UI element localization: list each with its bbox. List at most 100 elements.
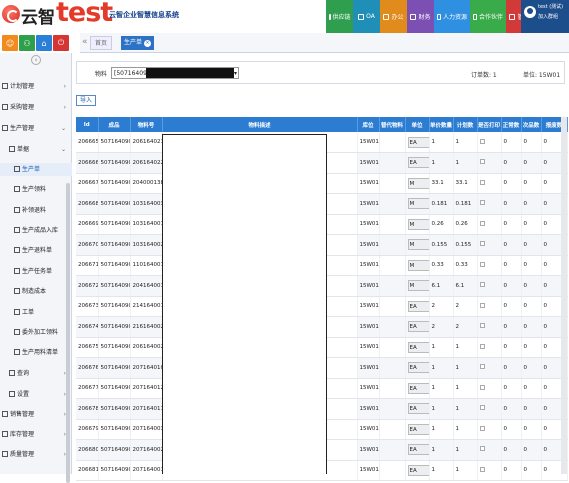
table-cell: 5071640901 bbox=[98, 398, 131, 420]
print-checkbox[interactable] bbox=[479, 241, 485, 247]
sidebar-item[interactable]: 委外加工领料 bbox=[0, 326, 72, 339]
sidebar-item[interactable]: 单据 ⌄ bbox=[0, 143, 72, 156]
sidebar-item[interactable]: 库存管理 › bbox=[0, 428, 72, 441]
print-checkbox[interactable] bbox=[479, 302, 485, 308]
close-icon[interactable]: × bbox=[144, 40, 152, 47]
sidebar-item[interactable]: 生产用料清单 bbox=[0, 346, 72, 359]
unit-box[interactable]: EA bbox=[407, 362, 428, 374]
import-button[interactable]: 导入 bbox=[76, 95, 97, 106]
module-label: 人力资源 bbox=[442, 14, 467, 21]
unit-box[interactable]: EA bbox=[407, 321, 428, 333]
tab-production-order[interactable]: 生产单 × bbox=[121, 36, 155, 50]
unit-cell: EA bbox=[405, 398, 430, 420]
user-icon[interactable]: ☺ bbox=[2, 35, 18, 51]
print-checkbox[interactable] bbox=[479, 405, 485, 411]
unit-box[interactable]: EA bbox=[407, 444, 428, 456]
sidebar-item[interactable]: 工单 bbox=[0, 306, 72, 319]
sidebar-item[interactable]: 查询 › bbox=[0, 367, 72, 380]
unit-cell: EA bbox=[405, 337, 430, 358]
sidebar-item[interactable]: 补领退料 bbox=[0, 204, 72, 217]
print-checkbox[interactable] bbox=[479, 220, 485, 226]
print-checkbox[interactable] bbox=[479, 384, 485, 390]
unit-box[interactable]: EA bbox=[407, 157, 428, 169]
sidebar-item[interactable]: 采购管理 › bbox=[0, 101, 72, 114]
sidebar-collapse[interactable]: ‹ bbox=[0, 53, 72, 67]
column-header: 物料号 bbox=[130, 117, 163, 132]
module-tab[interactable]: 财务 bbox=[407, 0, 434, 33]
table-cell: 33.1 bbox=[453, 173, 478, 194]
print-checkbox[interactable] bbox=[479, 323, 485, 329]
unit-box[interactable]: EA bbox=[407, 136, 428, 148]
print-cell bbox=[477, 193, 502, 215]
module-icon bbox=[328, 13, 331, 20]
table-cell: 0 bbox=[521, 378, 542, 399]
table-cell: 15W01 bbox=[357, 337, 380, 358]
unit-box[interactable]: EA bbox=[407, 300, 428, 312]
unit-box[interactable]: M bbox=[407, 259, 428, 271]
unit-cell: EA bbox=[405, 460, 430, 481]
print-checkbox[interactable] bbox=[479, 425, 485, 431]
print-checkbox[interactable] bbox=[479, 446, 485, 452]
unit-box[interactable]: M bbox=[407, 198, 428, 210]
sidebar-scrollbar[interactable] bbox=[66, 183, 70, 483]
table-cell: 0 bbox=[501, 152, 522, 174]
unit-box[interactable]: EA bbox=[407, 341, 428, 353]
print-checkbox[interactable] bbox=[479, 179, 485, 185]
home-icon[interactable]: ⌂ bbox=[36, 35, 52, 51]
sidebar-item[interactable]: 生产成品入库 bbox=[0, 224, 72, 237]
material-select[interactable]: [5071640901 ▾ bbox=[111, 67, 239, 79]
unit-box[interactable]: M bbox=[407, 239, 428, 251]
power-icon[interactable]: ⏻ bbox=[53, 35, 69, 51]
table-cell: 0 bbox=[521, 398, 542, 420]
sidebar-item[interactable]: 设置 › bbox=[0, 388, 72, 401]
sidebar-item[interactable]: 生产管理 ⌄ bbox=[0, 122, 72, 135]
print-cell bbox=[477, 132, 502, 153]
sidebar-item[interactable]: 生产单 bbox=[0, 163, 72, 176]
print-checkbox[interactable] bbox=[479, 159, 485, 165]
table-cell: 0 bbox=[501, 234, 522, 256]
print-checkbox[interactable] bbox=[479, 343, 485, 349]
group-icon[interactable]: ⚇ bbox=[19, 35, 35, 51]
print-checkbox[interactable] bbox=[479, 261, 485, 267]
table-cell: 207164003 bbox=[130, 419, 163, 440]
unit-box[interactable]: EA bbox=[407, 382, 428, 394]
module-tab[interactable]: 供应链 bbox=[326, 0, 353, 33]
sidebar-item[interactable]: 计划管理 › bbox=[0, 80, 72, 93]
module-tab[interactable]: 人力资源 bbox=[434, 0, 470, 33]
sidebar-item[interactable]: 生产领料 bbox=[0, 183, 72, 196]
module-tab[interactable]: OA bbox=[353, 0, 380, 33]
table-cell: 110164001 bbox=[130, 255, 163, 276]
column-header: 替代物料 bbox=[379, 117, 406, 132]
unit-cell: M bbox=[405, 173, 430, 194]
sidebar-item[interactable]: 生产任务单 bbox=[0, 265, 72, 278]
chevron-down-icon[interactable]: ▾ bbox=[234, 68, 237, 79]
sidebar-item[interactable]: 生产退料单 bbox=[0, 244, 72, 257]
unit-cell: M bbox=[405, 193, 430, 215]
print-checkbox[interactable] bbox=[479, 466, 485, 472]
module-tab[interactable]: 办公 bbox=[380, 0, 407, 33]
sidebar-item[interactable]: 销售管理 › bbox=[0, 408, 72, 421]
module-tab[interactable]: 合作伙伴 bbox=[470, 0, 506, 33]
print-checkbox[interactable] bbox=[479, 364, 485, 370]
unit-box[interactable]: EA bbox=[407, 403, 428, 415]
sidebar-item-label: 计划管理 bbox=[10, 83, 35, 90]
unit-box[interactable]: EA bbox=[407, 423, 428, 435]
sidebar-item-label: 质量管理 bbox=[10, 451, 35, 458]
unit-box[interactable]: M bbox=[407, 218, 428, 230]
print-checkbox[interactable] bbox=[479, 282, 485, 288]
sidebar-item[interactable]: 制造成本 bbox=[0, 285, 72, 298]
tab-production-label: 生产单 bbox=[124, 39, 143, 46]
unit-box[interactable]: M bbox=[407, 177, 428, 189]
unit-box[interactable]: EA bbox=[407, 464, 428, 476]
tab-home[interactable]: 首页 bbox=[90, 36, 113, 50]
grid-scrollbar[interactable] bbox=[561, 117, 567, 474]
unit-box[interactable]: M bbox=[407, 280, 428, 292]
chevron-left-icon[interactable]: ‹ bbox=[31, 55, 41, 65]
user-menu[interactable]: test (测试) 加入群组 bbox=[521, 0, 569, 33]
unit-cell: M bbox=[405, 234, 430, 256]
table-cell: 33.1 bbox=[429, 173, 454, 194]
sidebar-item[interactable]: 质量管理 › bbox=[0, 448, 72, 461]
print-checkbox[interactable] bbox=[479, 138, 485, 144]
print-checkbox[interactable] bbox=[479, 200, 485, 206]
module-icon bbox=[473, 13, 477, 20]
